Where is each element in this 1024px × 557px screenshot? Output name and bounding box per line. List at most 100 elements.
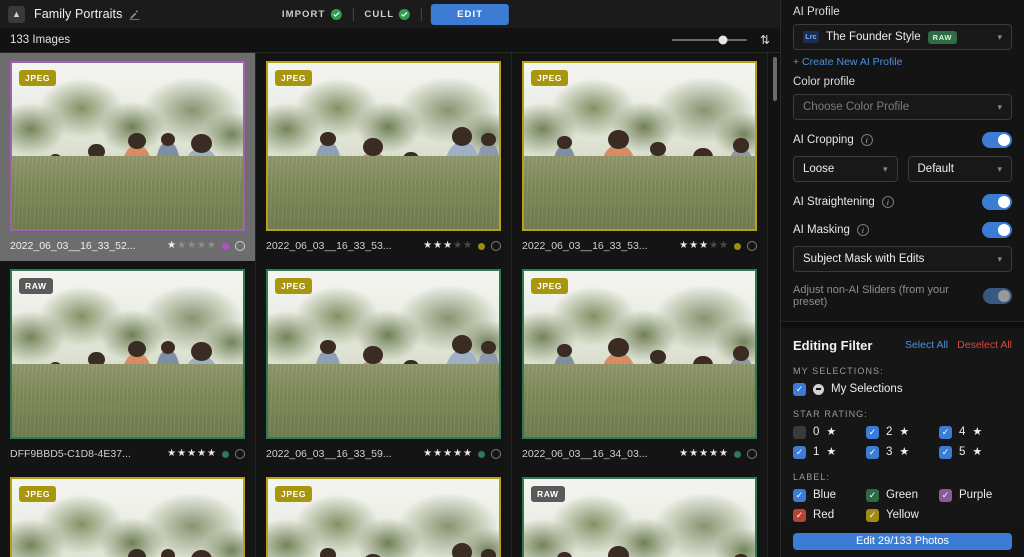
selection-toggle[interactable] [491,449,501,459]
thumbnail-image[interactable]: JPEG [522,61,757,231]
create-ai-profile-link[interactable]: + Create New AI Profile [793,56,902,68]
star-rating-checkbox[interactable]: ✓ [866,446,879,459]
star-3[interactable]: ★ [699,449,708,459]
star-2[interactable]: ★ [689,449,698,459]
thumbnail-cell[interactable]: JPEG2022_06_03__16_33_59...★★★★★ [256,261,512,469]
star-1[interactable]: ★ [679,241,688,251]
thumbnail-image[interactable]: RAW [522,477,757,557]
thumbnail-image[interactable]: JPEG [10,61,245,231]
label-option[interactable]: ✓Green [866,489,939,502]
grid-scrollbar[interactable] [773,57,777,101]
thumbnail-cell[interactable]: JPEG2022_06_03__16_34_03...★★★★★ [512,261,768,469]
thumbnail-image[interactable]: JPEG [266,477,501,557]
label-option[interactable]: ✓Yellow [866,509,939,522]
crop-ratio-select[interactable]: Default ▾ [908,156,1013,182]
star-5[interactable]: ★ [207,241,216,251]
label-checkbox[interactable]: ✓ [793,489,806,502]
star-3[interactable]: ★ [443,449,452,459]
label-option[interactable]: ✓Purple [939,489,1012,502]
label-option[interactable]: ✓Blue [793,489,866,502]
thumbnail-cell[interactable]: JPEG2022_06_03__16_33_53...★★★★★ [256,53,512,261]
color-label-dot[interactable] [734,243,741,250]
color-label-dot[interactable] [478,451,485,458]
label-option[interactable]: ✓Red [793,509,866,522]
star-rating-checkbox[interactable] [793,426,806,439]
star-5[interactable]: ★ [719,241,728,251]
edit-photos-button[interactable]: Edit 29/133 Photos [793,533,1012,550]
star-rating-checkbox[interactable]: ✓ [939,446,952,459]
ai-cropping-toggle[interactable] [982,132,1012,148]
thumbnail-image[interactable]: JPEG [10,477,245,557]
star-rating[interactable]: ★★★★★ [167,241,216,251]
star-4[interactable]: ★ [197,449,206,459]
star-3[interactable]: ★ [187,449,196,459]
thumbnail-cell[interactable]: RAWDFF9BBD5-C1D8-4E37...★★★★★ [0,261,256,469]
star-rating[interactable]: ★★★★★ [167,449,216,459]
star-5[interactable]: ★ [463,449,472,459]
info-icon[interactable]: i [857,224,869,236]
thumbnail-cell[interactable]: RAW★★★★★ [512,469,768,557]
color-label-dot[interactable] [222,451,229,458]
star-1[interactable]: ★ [423,449,432,459]
star-1[interactable]: ★ [679,449,688,459]
star-3[interactable]: ★ [187,241,196,251]
star-4[interactable]: ★ [709,449,718,459]
selection-toggle[interactable] [747,241,757,251]
star-5[interactable]: ★ [463,241,472,251]
color-label-dot[interactable] [478,243,485,250]
thumbnail-image[interactable]: JPEG [522,269,757,439]
label-checkbox[interactable]: ✓ [793,509,806,522]
non-ai-sliders-toggle[interactable] [983,288,1012,304]
step-cull[interactable]: CULL [353,4,421,24]
star-rating-checkbox[interactable]: ✓ [866,426,879,439]
step-import[interactable]: IMPORT [271,4,353,24]
star-2[interactable]: ★ [433,241,442,251]
thumbnail-image[interactable]: JPEG [266,269,501,439]
sort-arrows-icon[interactable]: ⇅ [760,34,770,46]
ai-masking-toggle[interactable] [982,222,1012,238]
label-checkbox[interactable]: ✓ [939,489,952,502]
star-2[interactable]: ★ [689,241,698,251]
selection-toggle[interactable] [235,241,245,251]
star-4[interactable]: ★ [453,449,462,459]
star-4[interactable]: ★ [709,241,718,251]
star-4[interactable]: ★ [453,241,462,251]
info-icon[interactable]: i [882,196,894,208]
star-rating-checkbox[interactable]: ✓ [793,446,806,459]
thumbnail-image[interactable]: JPEG [266,61,501,231]
crop-tightness-select[interactable]: Loose ▾ [793,156,898,182]
selection-toggle[interactable] [491,241,501,251]
star-rating[interactable]: ★★★★★ [679,449,728,459]
select-all-link[interactable]: Select All [905,339,948,351]
selection-toggle[interactable] [747,449,757,459]
star-4[interactable]: ★ [197,241,206,251]
edit-pencil-icon[interactable] [129,9,140,20]
ai-straightening-toggle[interactable] [982,194,1012,210]
star-3[interactable]: ★ [443,241,452,251]
label-checkbox[interactable]: ✓ [866,489,879,502]
star-rating-option[interactable]: ✓4★ [939,426,1012,439]
thumbnail-cell[interactable]: JPEG2022_06_03__16_33_52...★★★★★ [0,53,256,261]
thumbnail-image[interactable]: RAW [10,269,245,439]
mask-option-select[interactable]: Subject Mask with Edits ▾ [793,246,1012,272]
star-rating-option[interactable]: ✓2★ [866,426,939,439]
star-rating-option[interactable]: ✓1★ [793,446,866,459]
thumbnail-cell[interactable]: JPEG★★★★★ [0,469,256,557]
star-2[interactable]: ★ [177,449,186,459]
info-icon[interactable]: i [861,134,873,146]
my-selections-row[interactable]: ✓ My Selections [793,383,1012,396]
star-rating[interactable]: ★★★★★ [423,449,472,459]
star-rating[interactable]: ★★★★★ [423,241,472,251]
thumbnail-cell[interactable]: JPEG2022_06_03__16_33_53...★★★★★ [512,53,768,261]
star-rating[interactable]: ★★★★★ [679,241,728,251]
color-label-dot[interactable] [734,451,741,458]
star-1[interactable]: ★ [167,241,176,251]
star-2[interactable]: ★ [177,241,186,251]
star-2[interactable]: ★ [433,449,442,459]
star-rating-option[interactable]: 0★ [793,426,866,439]
slider-thumb[interactable] [718,36,727,45]
deselect-all-link[interactable]: Deselect All [957,339,1012,351]
star-5[interactable]: ★ [207,449,216,459]
star-rating-option[interactable]: ✓5★ [939,446,1012,459]
star-3[interactable]: ★ [699,241,708,251]
